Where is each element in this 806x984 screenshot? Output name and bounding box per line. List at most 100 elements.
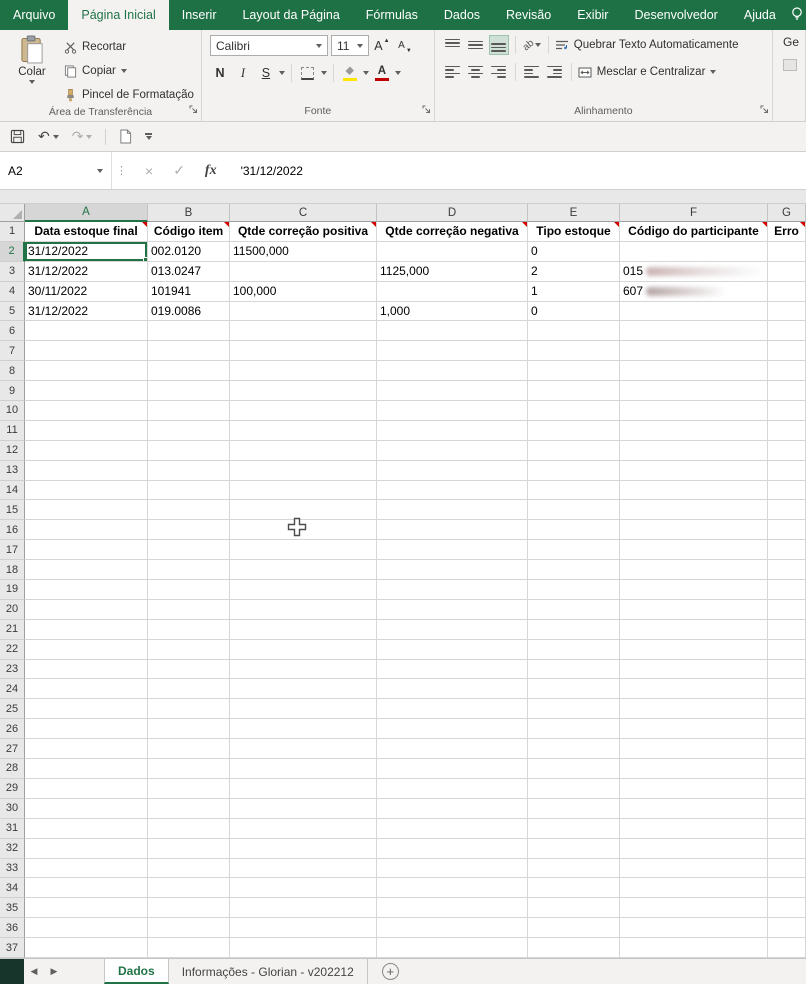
cell-C30[interactable] bbox=[230, 798, 377, 819]
cell-D15[interactable] bbox=[377, 500, 528, 521]
row-header-9[interactable]: 9 bbox=[0, 381, 25, 402]
name-box-splitter-icon[interactable]: ⋮ bbox=[112, 152, 131, 189]
cell-G9[interactable] bbox=[768, 381, 806, 402]
cell-E8[interactable] bbox=[528, 361, 620, 382]
cell-G26[interactable] bbox=[768, 719, 806, 740]
ribbon-tab-desenvolvedor[interactable]: Desenvolvedor bbox=[621, 0, 730, 30]
cell-D37[interactable] bbox=[377, 938, 528, 958]
wrap-text-button[interactable]: Quebrar Texto Automaticamente bbox=[555, 39, 738, 51]
cell-B28[interactable] bbox=[148, 759, 230, 779]
cell-B11[interactable] bbox=[148, 420, 230, 441]
cell-C6[interactable] bbox=[230, 321, 377, 342]
cell-G2[interactable] bbox=[768, 241, 806, 262]
cell-E18[interactable] bbox=[528, 560, 620, 581]
cell-E22[interactable] bbox=[528, 639, 620, 660]
cell-F16[interactable] bbox=[620, 520, 768, 541]
cell-D5[interactable]: 1,000 bbox=[377, 301, 528, 322]
align-left-button[interactable] bbox=[443, 62, 463, 82]
cell-G34[interactable] bbox=[768, 878, 806, 899]
cell-B10[interactable] bbox=[148, 401, 230, 421]
cell-A27[interactable] bbox=[25, 739, 148, 760]
cell-E3[interactable]: 2 bbox=[528, 261, 620, 282]
cell-G13[interactable] bbox=[768, 460, 806, 481]
row-header-1[interactable]: 1 bbox=[0, 222, 25, 242]
cell-C34[interactable] bbox=[230, 878, 377, 899]
cell-B12[interactable] bbox=[148, 440, 230, 461]
cell-A36[interactable] bbox=[25, 918, 148, 939]
undo-dropdown-icon[interactable] bbox=[52, 134, 59, 139]
cell-C24[interactable] bbox=[230, 679, 377, 700]
cell-A16[interactable] bbox=[25, 520, 148, 541]
merge-center-button[interactable]: Mesclar e Centralizar bbox=[578, 66, 717, 78]
cell-A1[interactable]: Data estoque final bbox=[25, 222, 148, 242]
cell-F2[interactable] bbox=[620, 241, 768, 262]
cell-B17[interactable] bbox=[148, 540, 230, 561]
cell-C7[interactable] bbox=[230, 341, 377, 362]
cell-G24[interactable] bbox=[768, 679, 806, 700]
alignment-dialog-launcher-icon[interactable] bbox=[760, 105, 769, 117]
cell-D34[interactable] bbox=[377, 878, 528, 899]
cell-B34[interactable] bbox=[148, 878, 230, 899]
cell-G3[interactable] bbox=[768, 261, 806, 282]
cell-E35[interactable] bbox=[528, 898, 620, 919]
ribbon-tab-revisao[interactable]: Revisão bbox=[493, 0, 564, 30]
cell-G27[interactable] bbox=[768, 739, 806, 760]
cell-B4[interactable]: 101941 bbox=[148, 281, 230, 302]
font-name-select[interactable]: Calibri bbox=[209, 35, 328, 56]
cell-D1[interactable]: Qtde correção negativa bbox=[377, 222, 528, 242]
row-header-23[interactable]: 23 bbox=[0, 659, 25, 680]
cell-D27[interactable] bbox=[377, 739, 528, 760]
insert-function-icon[interactable]: fx bbox=[205, 163, 217, 179]
cell-B16[interactable] bbox=[148, 520, 230, 541]
cell-G29[interactable] bbox=[768, 778, 806, 799]
cell-C9[interactable] bbox=[230, 381, 377, 402]
cell-B8[interactable] bbox=[148, 361, 230, 382]
cell-B5[interactable]: 019.0086 bbox=[148, 301, 230, 322]
cell-D17[interactable] bbox=[377, 540, 528, 561]
cell-B22[interactable] bbox=[148, 639, 230, 660]
cell-A8[interactable] bbox=[25, 361, 148, 382]
cell-B25[interactable] bbox=[148, 699, 230, 720]
cell-B32[interactable] bbox=[148, 838, 230, 859]
row-header-14[interactable]: 14 bbox=[0, 480, 25, 501]
cell-A25[interactable] bbox=[25, 699, 148, 720]
cell-D10[interactable] bbox=[377, 401, 528, 421]
cell-B3[interactable]: 013.0247 bbox=[148, 261, 230, 282]
new-document-button[interactable] bbox=[119, 129, 132, 144]
cell-A15[interactable] bbox=[25, 500, 148, 521]
cell-C25[interactable] bbox=[230, 699, 377, 720]
cell-A11[interactable] bbox=[25, 420, 148, 441]
row-header-24[interactable]: 24 bbox=[0, 679, 25, 700]
cell-E13[interactable] bbox=[528, 460, 620, 481]
cell-D4[interactable] bbox=[377, 281, 528, 302]
cell-B14[interactable] bbox=[148, 480, 230, 501]
cell-D36[interactable] bbox=[377, 918, 528, 939]
sheet-tab-dados[interactable]: Dados bbox=[104, 959, 169, 984]
cell-B9[interactable] bbox=[148, 381, 230, 402]
cell-D12[interactable] bbox=[377, 440, 528, 461]
cell-E5[interactable]: 0 bbox=[528, 301, 620, 322]
ribbon-tab-arquivo[interactable]: Arquivo bbox=[0, 0, 68, 30]
row-header-35[interactable]: 35 bbox=[0, 898, 25, 919]
row-header-19[interactable]: 19 bbox=[0, 580, 25, 600]
cell-F15[interactable] bbox=[620, 500, 768, 521]
cell-E12[interactable] bbox=[528, 440, 620, 461]
cell-G28[interactable] bbox=[768, 759, 806, 779]
column-header-F[interactable]: F bbox=[620, 204, 768, 222]
undo-button[interactable]: ↶ bbox=[38, 128, 59, 145]
cell-D3[interactable]: 1125,000 bbox=[377, 261, 528, 282]
row-header-12[interactable]: 12 bbox=[0, 440, 25, 461]
cell-B33[interactable] bbox=[148, 858, 230, 879]
name-box[interactable]: A2 bbox=[0, 152, 112, 189]
cell-F29[interactable] bbox=[620, 778, 768, 799]
cell-F11[interactable] bbox=[620, 420, 768, 441]
cell-C28[interactable] bbox=[230, 759, 377, 779]
cell-B30[interactable] bbox=[148, 798, 230, 819]
row-header-10[interactable]: 10 bbox=[0, 401, 25, 421]
cell-F25[interactable] bbox=[620, 699, 768, 720]
cell-F13[interactable] bbox=[620, 460, 768, 481]
cell-C36[interactable] bbox=[230, 918, 377, 939]
cell-E26[interactable] bbox=[528, 719, 620, 740]
ribbon-tab-pagina-inicial[interactable]: Página Inicial bbox=[68, 0, 169, 30]
copy-button[interactable]: Copiar bbox=[64, 61, 194, 81]
